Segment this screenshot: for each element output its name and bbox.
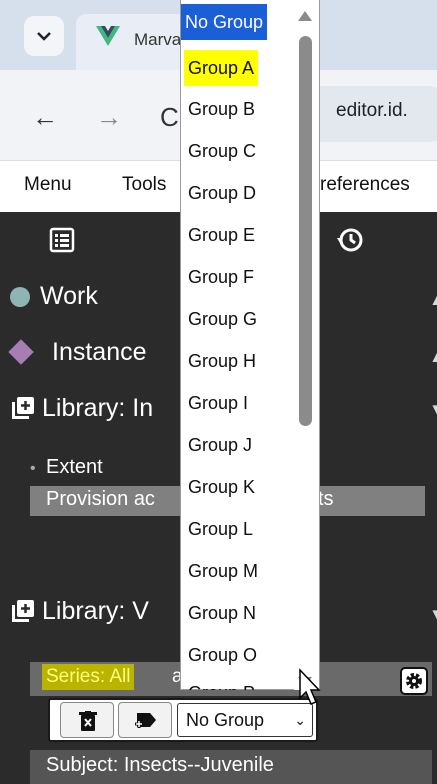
dropdown-option[interactable]: Group A [184,50,259,86]
library-add-icon[interactable] [12,397,34,419]
delete-button[interactable] [60,702,114,738]
work-dot-icon [10,287,30,307]
instance-label[interactable]: Instance [52,338,147,367]
scroll-up-arrow-icon[interactable] [297,10,313,22]
library-heading-2[interactable]: Library: V [42,597,149,626]
provision-label: Provision ac [46,488,155,510]
dropdown-option[interactable]: Group J [184,427,256,463]
library-heading-1[interactable]: Library: In [42,394,153,423]
gear-icon [406,673,422,689]
mouse-cursor-icon [299,668,321,705]
menu-item-tools[interactable]: Tools [122,174,166,196]
dropdown-option[interactable]: Group D [184,175,260,211]
chevron-down-icon[interactable]: ▼ [428,398,437,424]
library-add-icon[interactable] [12,600,34,622]
work-label[interactable]: Work [40,282,98,311]
dropdown-option[interactable]: Group G [184,301,261,337]
dropdown-option[interactable]: Group N [184,595,260,631]
dropdown-option[interactable]: No Group [181,4,268,40]
dropdown-option[interactable]: Group M [184,553,262,589]
vue-logo-icon [96,26,120,46]
back-arrow-icon[interactable]: ← [32,102,58,133]
label-add-icon [135,713,156,728]
dropdown-option[interactable]: Group C [184,133,260,169]
extent-label[interactable]: Extent [46,456,103,479]
tab-title: Marva [134,30,182,49]
add-label-button[interactable] [118,702,172,738]
dropdown-option[interactable]: Group E [184,217,259,253]
chevron-down-icon: ⌄ [294,712,306,728]
chevron-up-icon[interactable]: ▲ [428,342,437,368]
bullet-icon: • [30,460,36,477]
forward-arrow-icon[interactable]: → [96,102,122,133]
chevron-up-icon[interactable]: ▲ [428,285,437,311]
subject-label: Subject: Insects--Juvenile [46,754,274,776]
chevron-down-icon[interactable]: ▼ [428,603,437,629]
provision-label-tail: ts [318,488,334,510]
list-view-icon[interactable] [48,226,76,254]
dropdown-option[interactable]: Group L [184,511,257,547]
dropdown-option[interactable]: Group F [184,259,258,295]
reload-icon[interactable]: C [160,102,179,133]
chevron-down-icon [37,32,51,41]
dropdown-option[interactable]: Group O [184,637,261,673]
tab-search-button[interactable] [24,16,64,56]
dropdown-option[interactable]: Group B [184,91,259,127]
settings-button[interactable] [400,667,428,695]
dropdown-option[interactable]: Group I [184,385,252,421]
group-select-value: No Group [186,710,265,730]
trash-icon [79,711,97,731]
dropdown-option[interactable]: Group K [184,469,259,505]
address-text: editor.id. [336,100,408,121]
menu-item-menu[interactable]: Menu [24,174,72,196]
dropdown-option[interactable]: Group H [184,343,260,379]
group-select[interactable]: No Group ⌄ [177,703,313,737]
menu-item-preferences[interactable]: references [320,174,410,196]
scrollbar-thumb[interactable] [299,36,312,426]
series-label: Series: All [42,664,135,690]
dropdown-option[interactable]: Group P [184,675,259,690]
history-icon[interactable] [336,226,364,254]
